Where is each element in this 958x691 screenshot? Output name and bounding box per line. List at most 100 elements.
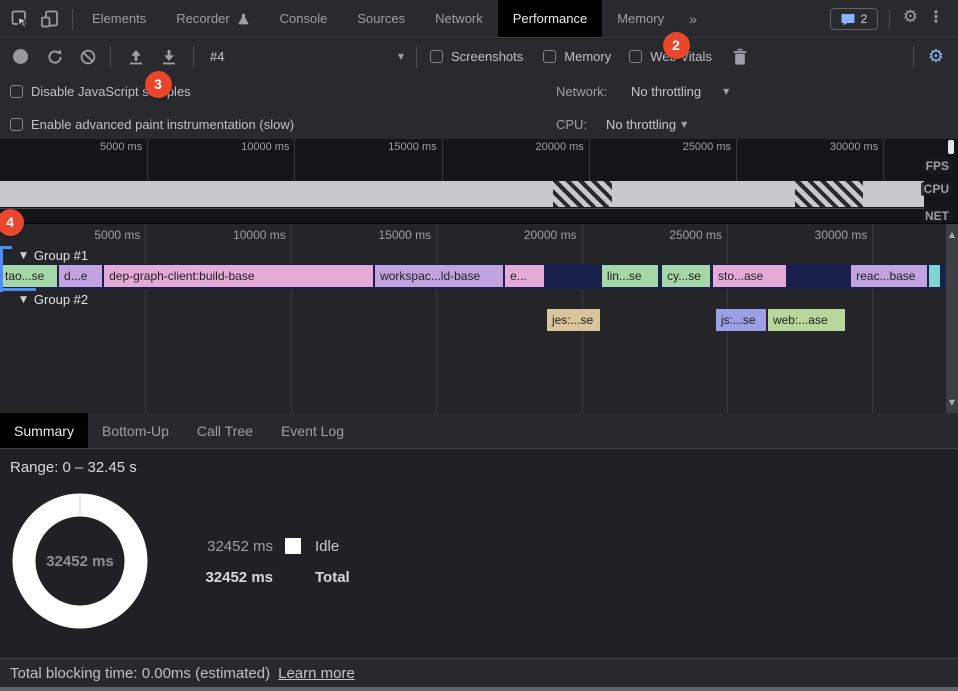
chevron-down-icon: ▼ <box>398 52 404 61</box>
ruler-tick-label: 25000 ms <box>683 141 731 153</box>
tab-summary[interactable]: Summary <box>0 413 88 448</box>
flame-event[interactable]: tao...se <box>0 265 57 287</box>
gridline <box>589 139 590 181</box>
tab-label: Bottom-Up <box>102 423 169 439</box>
device-toolbar-icon[interactable] <box>40 9 60 29</box>
toolbar-divider <box>913 46 914 68</box>
cpu-hatch-region <box>553 181 612 207</box>
inspect-element-icon[interactable] <box>10 9 30 29</box>
tab-label: Recorder <box>176 11 229 26</box>
legend-label: Total <box>315 569 350 586</box>
session-history-select[interactable]: #4 ▼ <box>210 49 404 64</box>
flame-event[interactable]: e... <box>505 265 544 287</box>
trash-icon[interactable] <box>732 48 748 66</box>
details-tabbar: Summary Bottom-Up Call Tree Event Log <box>0 413 958 449</box>
cpu-throttle-select[interactable]: No throttling <box>606 117 676 132</box>
summary-panel: Range: 0 – 32.45 s 32452 ms 32452 ms Idl… <box>0 449 958 658</box>
advanced-paint-label: Enable advanced paint instrumentation (s… <box>31 117 294 132</box>
group-label: Group #2 <box>34 292 88 307</box>
tab-label: Summary <box>14 423 74 439</box>
timeline-overview[interactable]: 5000 ms10000 ms15000 ms20000 ms25000 ms3… <box>0 139 958 224</box>
tab-console[interactable]: Console <box>265 0 343 37</box>
flame-event[interactable]: reac...base <box>851 265 927 287</box>
more-tabs-button[interactable]: » <box>689 0 697 37</box>
legend-label: Idle <box>315 538 339 555</box>
overview-scroll-thumb[interactable] <box>948 140 954 154</box>
tab-memory[interactable]: Memory <box>602 0 679 37</box>
flame-event[interactable]: jes:...se <box>547 309 600 331</box>
tab-sources[interactable]: Sources <box>342 0 420 37</box>
ruler-tick-label: 30000 ms <box>830 141 878 153</box>
flame-event[interactable]: web:...ase <box>768 309 845 331</box>
flame-event[interactable]: d...e <box>59 265 102 287</box>
learn-more-link[interactable]: Learn more <box>278 665 355 682</box>
group-1-header[interactable]: ▼ Group #1 <box>20 248 88 263</box>
gridline <box>442 139 443 181</box>
flame-event[interactable]: workspac...ld-base <box>375 265 503 287</box>
advanced-paint-checkbox[interactable] <box>10 118 23 131</box>
group-label: Group #1 <box>34 248 88 263</box>
disable-js-samples-checkbox[interactable] <box>10 85 23 98</box>
tab-label: Performance <box>513 11 587 26</box>
flame-scrollbar[interactable]: ▲ ▼ <box>946 224 958 413</box>
tab-network[interactable]: Network <box>420 0 498 37</box>
chevron-down-icon[interactable]: ▼ <box>681 120 687 129</box>
memory-checkbox[interactable] <box>543 50 556 63</box>
tab-elements[interactable]: Elements <box>77 0 161 37</box>
overview-cpu-band[interactable] <box>0 181 924 207</box>
selection-bracket <box>0 288 36 291</box>
ruler-tick-label: 10000 ms <box>241 141 289 153</box>
record-button[interactable] <box>13 49 28 64</box>
web-vitals-checkbox[interactable] <box>629 50 642 63</box>
devtools-window: Elements Recorder Console Sources Networ… <box>0 0 958 691</box>
clear-recording-icon[interactable] <box>79 48 97 66</box>
ruler-tick-label: 5000 ms <box>94 228 140 242</box>
chat-bubble-icon <box>841 13 855 26</box>
group-2-track: jes:...se js:...seweb:...ase <box>0 309 946 331</box>
flame-event[interactable]: dep-graph-client:build-base <box>104 265 373 287</box>
tab-label: Sources <box>357 11 405 26</box>
tab-event-log[interactable]: Event Log <box>267 413 358 448</box>
scroll-down-arrow[interactable]: ▼ <box>946 398 958 407</box>
flame-event[interactable] <box>929 265 940 287</box>
issues-counter-button[interactable]: 2 <box>830 8 878 30</box>
flame-event[interactable]: js:...se <box>716 309 766 331</box>
save-profile-icon[interactable] <box>159 48 179 66</box>
tabbar-divider <box>889 9 890 29</box>
annotation-badge-2: 2 <box>663 32 690 59</box>
network-throttle-select[interactable]: No throttling <box>631 84 701 99</box>
group-2-header[interactable]: ▼ Group #2 <box>20 292 88 307</box>
tab-recorder[interactable]: Recorder <box>161 0 264 37</box>
cpu-lane-label: CPU <box>921 182 952 196</box>
reload-record-icon[interactable] <box>46 48 64 66</box>
ruler-tick-label: 20000 ms <box>524 228 577 242</box>
screenshots-label: Screenshots <box>451 49 523 64</box>
window-bottom-edge <box>0 687 958 691</box>
chevron-down-icon[interactable]: ▼ <box>723 87 729 96</box>
summary-donut-chart: 32452 ms <box>12 493 148 629</box>
fps-lane-label: FPS <box>923 159 952 173</box>
kebab-menu-icon[interactable]: ⋮ <box>928 7 944 27</box>
tab-performance[interactable]: Performance <box>498 0 602 37</box>
range-label: Range: 0 – 32.45 s <box>10 459 137 476</box>
screenshots-checkbox[interactable] <box>430 50 443 63</box>
tab-bottom-up[interactable]: Bottom-Up <box>88 413 183 448</box>
scroll-up-arrow[interactable]: ▲ <box>946 230 958 239</box>
flame-event[interactable]: sto...ase <box>713 265 786 287</box>
ruler-tick-label: 15000 ms <box>378 228 431 242</box>
legend-row-idle: 32452 ms Idle <box>205 537 350 555</box>
capture-settings-gear-icon[interactable]: ⚙ <box>928 46 944 67</box>
flame-chart[interactable]: 5000 ms10000 ms15000 ms20000 ms25000 ms3… <box>0 224 946 413</box>
gridline <box>883 139 884 181</box>
selection-bracket <box>0 246 3 292</box>
flame-event[interactable]: cy...se <box>662 265 710 287</box>
tab-call-tree[interactable]: Call Tree <box>183 413 267 448</box>
experiment-flask-icon <box>237 12 250 26</box>
footer-bar: Total blocking time: 0.00ms (estimated) … <box>0 658 958 687</box>
load-profile-icon[interactable] <box>126 48 146 66</box>
legend-row-total: 32452 ms Total <box>205 568 350 586</box>
donut-total-label: 32452 ms <box>12 493 148 629</box>
ruler-tick-label: 20000 ms <box>536 141 584 153</box>
flame-event[interactable]: lin...se <box>602 265 658 287</box>
settings-gear-icon[interactable]: ⚙ <box>903 7 918 27</box>
